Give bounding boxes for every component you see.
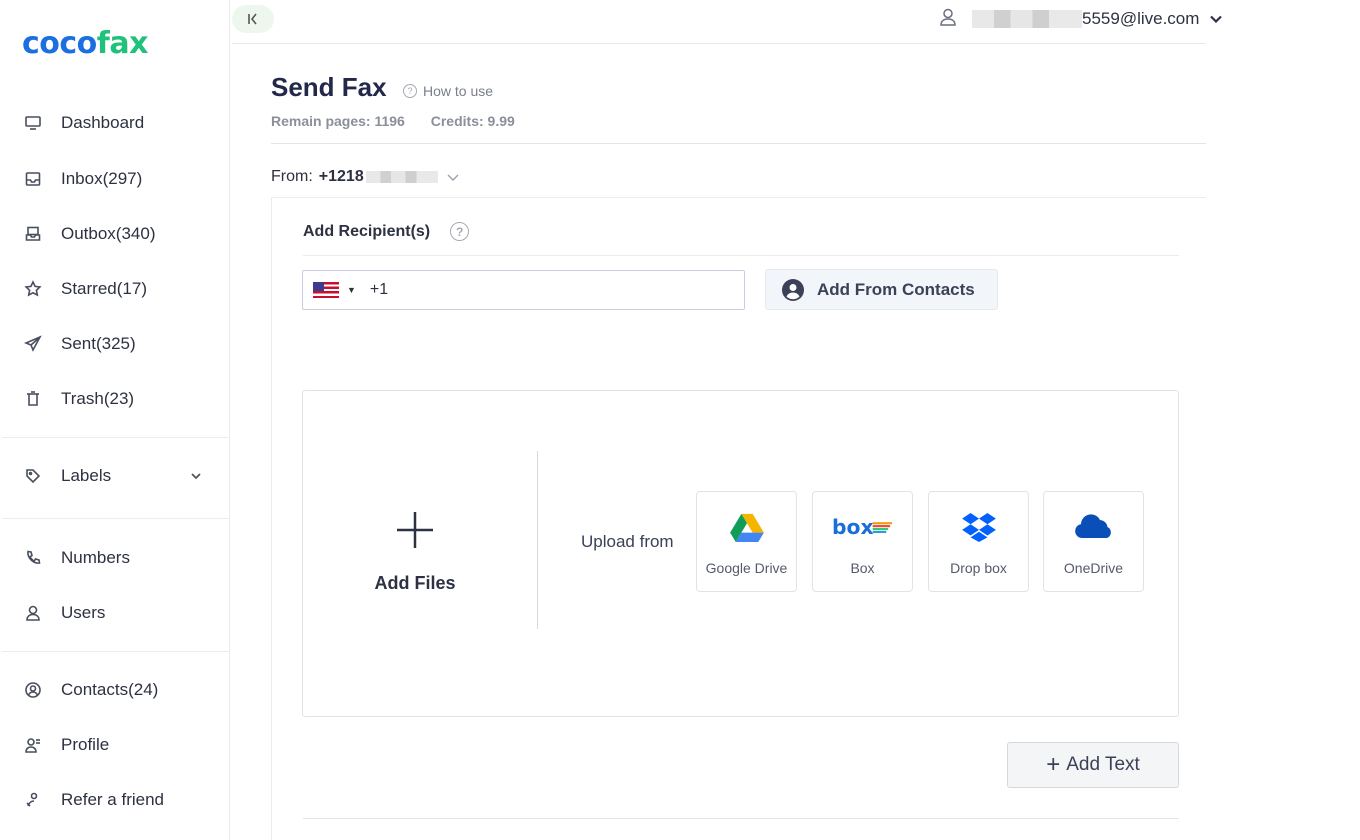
paper-plane-icon	[22, 333, 44, 355]
recipient-phone-input[interactable]: ▼ +1	[302, 270, 745, 310]
account-stats: Remain pages: 1196 Credits: 9.99	[271, 113, 537, 129]
question-icon: ?	[403, 84, 417, 98]
upload-separator	[537, 451, 538, 629]
redacted-email	[972, 10, 1082, 28]
onedrive-icon	[1074, 514, 1111, 538]
sidebar-item-starred[interactable]: Starred(17)	[0, 269, 229, 309]
star-icon	[22, 278, 44, 300]
caret-down-icon[interactable]: ▼	[347, 285, 356, 295]
from-label: From:	[271, 168, 313, 185]
how-to-use-link[interactable]: ? How to use	[403, 83, 493, 99]
sidebar-item-dashboard[interactable]: Dashboard	[0, 103, 229, 143]
refer-icon	[22, 789, 44, 811]
box-button[interactable]: box Box	[812, 491, 913, 592]
svg-text:box: box	[832, 515, 874, 539]
sidebar-item-label: Numbers	[61, 548, 130, 567]
sidebar-item-contacts[interactable]: Contacts(24)	[0, 670, 229, 710]
header-divider	[271, 143, 1206, 144]
from-number-select[interactable]: From: +1218	[271, 168, 460, 186]
contact-icon	[22, 679, 44, 701]
sidebar-item-label: Inbox(297)	[61, 169, 143, 188]
add-files-label: Add Files	[374, 573, 456, 593]
user-icon	[22, 602, 44, 624]
sidebar-item-sent[interactable]: Sent(325)	[0, 324, 229, 364]
chevron-down-icon	[446, 170, 460, 184]
sidebar-item-label: Refer a friend	[61, 790, 164, 809]
collapse-sidebar-button[interactable]	[232, 5, 274, 33]
user-email: 5559@live.com	[1082, 9, 1200, 28]
credits: Credits: 9.99	[430, 113, 515, 129]
add-text-button[interactable]: + Add Text	[1007, 742, 1179, 788]
user-menu[interactable]: 5559@live.com	[938, 8, 1223, 30]
from-number: +1218	[318, 168, 364, 185]
google-drive-button[interactable]: Google Drive	[696, 491, 797, 592]
profile-icon	[22, 734, 44, 756]
page-title: Send Fax	[271, 72, 387, 102]
sidebar-item-label: Sent(325)	[61, 334, 136, 353]
onedrive-button[interactable]: OneDrive	[1043, 491, 1144, 592]
sidebar-item-outbox[interactable]: Outbox(340)	[0, 214, 229, 254]
add-files-button[interactable]: Add Files	[355, 510, 475, 594]
chevron-down-icon[interactable]	[189, 468, 203, 488]
country-code: +1	[369, 281, 389, 298]
sidebar-item-label: Contacts(24)	[61, 680, 159, 699]
remain-pages: Remain pages: 1196	[271, 113, 405, 129]
bottom-divider	[303, 818, 1179, 819]
dropbox-button[interactable]: Drop box	[928, 491, 1029, 592]
us-flag-icon[interactable]	[313, 282, 339, 298]
sidebar-item-label: Labels	[61, 466, 112, 485]
upload-from-label: Upload from	[581, 532, 674, 551]
sidebar-item-label: Dashboard	[61, 113, 145, 132]
sidebar: cocofax Dashboard Inbox(297) Outbox(340)…	[0, 0, 230, 840]
dropbox-icon	[961, 512, 996, 542]
contact-icon	[782, 278, 804, 301]
sidebar-divider	[2, 518, 229, 519]
topbar-divider	[232, 43, 1206, 44]
sidebar-item-refer-a-friend[interactable]: Refer a friend	[0, 780, 229, 820]
redacted-number	[365, 171, 438, 183]
question-icon[interactable]: ?	[450, 222, 470, 241]
recipients-divider	[303, 255, 1179, 256]
sidebar-item-label: Outbox(340)	[61, 224, 156, 243]
plus-icon	[397, 512, 433, 548]
sidebar-item-label: Trash(23)	[61, 389, 135, 408]
sidebar-item-inbox[interactable]: Inbox(297)	[0, 159, 229, 199]
outbox-icon	[22, 223, 44, 245]
chevron-down-icon[interactable]	[1209, 12, 1223, 26]
box-icon: box	[832, 515, 892, 539]
trash-icon	[22, 388, 44, 410]
sidebar-item-users[interactable]: Users	[0, 593, 229, 633]
sidebar-divider	[2, 437, 229, 438]
collapse-left-icon	[248, 13, 257, 25]
sidebar-item-numbers[interactable]: Numbers	[0, 538, 229, 578]
sidebar-item-labels[interactable]: Labels	[0, 456, 229, 496]
add-from-contacts-button[interactable]: Add From Contacts	[765, 269, 998, 310]
sidebar-item-label: Profile	[61, 735, 110, 754]
tag-icon	[22, 465, 44, 487]
google-drive-icon	[729, 513, 764, 542]
plus-icon: +	[1046, 751, 1061, 778]
sidebar-item-label: Starred(17)	[61, 279, 147, 298]
sidebar-item-trash[interactable]: Trash(23)	[0, 379, 229, 419]
monitor-icon	[22, 112, 44, 134]
user-icon	[938, 7, 958, 32]
sidebar-item-profile[interactable]: Profile	[0, 725, 229, 765]
inbox-icon	[22, 168, 44, 190]
cocofax-logo[interactable]: cocofax	[22, 26, 148, 61]
sidebar-divider	[2, 651, 229, 652]
sidebar-item-label: Users	[61, 603, 106, 622]
phone-icon	[22, 547, 44, 569]
add-recipients-heading: Add Recipient(s) ?	[303, 222, 470, 241]
